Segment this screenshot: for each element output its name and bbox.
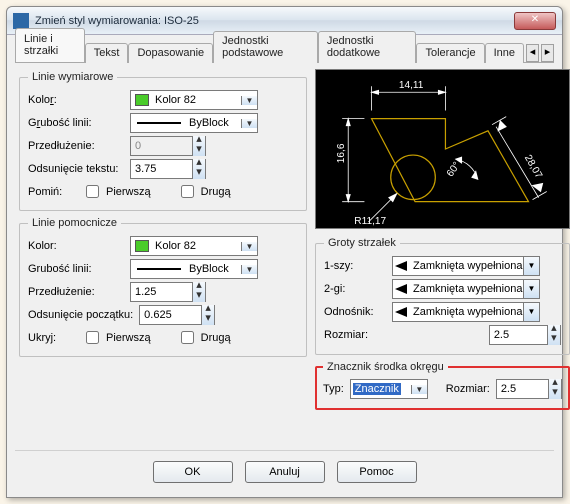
color-swatch-icon [135,240,149,252]
chevron-down-icon: ▼ [523,280,539,298]
arrowhead-icon [393,284,411,294]
legend-dim-lines: Linie wymiarowe [28,71,117,83]
spin-buttons[interactable]: ▴▾ [548,379,561,399]
combo-arrow-first[interactable]: Zamknięta wypełniona▼ [392,256,540,276]
group-ext-lines: Linie pomocnicze Kolor: Kolor 82▼ Gruboś… [19,217,307,357]
label-dim-text-offset: Odsunięcie tekstu: [28,163,124,175]
legend-ext-lines: Linie pomocnicze [28,217,121,229]
button-bar: OK Anuluj Pomoc [15,450,554,489]
spinner-arrow-size[interactable]: ▴▾ [489,325,561,345]
checkbox-skip-first[interactable]: Pierwszą [82,182,151,201]
group-center-mark: Znacznik środka okręgu Typ: Znacznik▼ Ro… [315,361,570,410]
combo-arrow-second[interactable]: Zamknięta wypełniona▼ [392,279,540,299]
tabs-scroll-right[interactable]: ▸ [541,44,554,62]
label-arrow-first: 1-szy: [324,260,386,272]
group-dim-lines: Linie wymiarowe Kolor: Kolor 82▼ Grubość… [19,71,307,211]
label-dim-skip: Pomiń: [28,186,76,198]
tabs-scroll-left[interactable]: ◂ [526,44,539,62]
preview-dim-left: 16,6 [336,143,347,163]
window-title: Zmień styl wymiarowania: ISO-25 [35,15,514,27]
spinner-dim-text-offset[interactable]: ▴▾ [130,159,206,179]
label-arrow-leader: Odnośnik: [324,306,386,318]
tab-lines-arrows[interactable]: Linie i strzałki [15,28,85,62]
chevron-down-icon: ▼ [523,257,539,275]
spin-buttons[interactable]: ▴▾ [547,325,560,345]
label-center-size: Rozmiar: [446,383,490,395]
label-arrow-second: 2-gi: [324,283,386,295]
group-arrowheads: Groty strzałek 1-szy: Zamknięta wypełnio… [315,237,570,355]
arrowhead-icon [393,307,411,317]
spin-buttons[interactable]: ▴▾ [201,305,214,325]
tab-page: Linie wymiarowe Kolor: Kolor 82▼ Grubość… [15,63,554,450]
legend-center-mark: Znacznik środka okręgu [323,361,448,373]
label-dim-color: Kolor: [28,94,124,106]
checkbox-hide-second[interactable]: Drugą [177,328,231,347]
tab-text[interactable]: Tekst [85,43,129,63]
label-ext-color: Kolor: [28,240,124,252]
label-arrow-size: Rozmiar: [324,329,386,341]
arrowhead-icon [393,261,411,271]
chevron-down-icon: ▼ [411,385,427,394]
spin-buttons: ▴▾ [192,136,205,156]
tab-primary-units[interactable]: Jednostki podstawowe [213,31,318,63]
preview-dim-radius: R11,17 [354,216,386,227]
legend-arrowheads: Groty strzałek [324,237,400,249]
cancel-button[interactable]: Anuluj [245,461,325,483]
checkbox-hide-first[interactable]: Pierwszą [82,328,151,347]
spin-buttons[interactable]: ▴▾ [192,159,205,179]
chevron-down-icon: ▼ [241,242,257,251]
spinner-ext-extend[interactable]: ▴▾ [130,282,206,302]
combo-ext-thickness[interactable]: ByBlock▼ [130,259,258,279]
combo-arrow-leader[interactable]: Zamknięta wypełniona▼ [392,302,540,322]
combo-dim-thickness[interactable]: ByBlock▼ [130,113,258,133]
preview-pane: 14,11 16,6 R11,17 60° 28,07 [315,69,570,229]
checkbox-skip-second[interactable]: Drugą [177,182,231,201]
app-icon [13,13,29,29]
chevron-down-icon: ▼ [523,303,539,321]
dialog-window: Zmień styl wymiarowania: ISO-25 ✕ Linie … [6,6,563,498]
spinner-ext-offset[interactable]: ▴▾ [139,305,215,325]
spinner-dim-extend: ▴▾ [130,136,206,156]
label-ext-thickness: Grubość linii: [28,263,124,275]
lineweight-icon [137,268,181,270]
label-dim-extend: Przedłużenie: [28,140,124,152]
label-ext-hide: Ukryj: [28,332,76,344]
chevron-down-icon: ▼ [241,265,257,274]
combo-center-type[interactable]: Znacznik▼ [350,379,428,399]
spinner-center-size[interactable]: ▴▾ [496,379,562,399]
lineweight-icon [137,122,181,124]
chevron-down-icon: ▼ [241,96,257,105]
combo-ext-color[interactable]: Kolor 82▼ [130,236,258,256]
tab-other[interactable]: Inne [485,43,524,63]
tab-tolerances[interactable]: Tolerancje [416,43,484,63]
color-swatch-icon [135,94,149,106]
tab-alt-units[interactable]: Jednostki dodatkowe [318,31,417,63]
preview-dim-top: 14,11 [399,80,424,91]
client-area: Linie i strzałki Tekst Dopasowanie Jedno… [7,35,562,497]
combo-dim-color[interactable]: Kolor 82▼ [130,90,258,110]
label-dim-thickness: Grubość linii: [28,117,124,129]
help-button[interactable]: Pomoc [337,461,417,483]
label-center-type: Typ: [323,383,344,395]
tab-strip: Linie i strzałki Tekst Dopasowanie Jedno… [15,41,554,63]
close-button[interactable]: ✕ [514,12,556,30]
tab-fit[interactable]: Dopasowanie [128,43,213,63]
chevron-down-icon: ▼ [241,119,257,128]
ok-button[interactable]: OK [153,461,233,483]
label-ext-extend: Przedłużenie: [28,286,124,298]
preview-dim-diag: 28,07 [522,153,544,181]
preview-dim-angle: 60° [445,160,463,179]
spin-buttons[interactable]: ▴▾ [192,282,205,302]
label-ext-offset: Odsunięcie początku: [28,309,133,321]
